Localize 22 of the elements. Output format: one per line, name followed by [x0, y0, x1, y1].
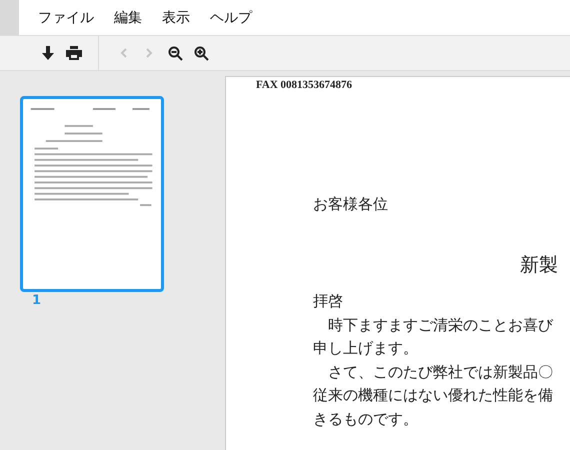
- zoom-out-icon: [168, 46, 182, 60]
- page-thumbnail[interactable]: [20, 96, 164, 292]
- fax-header: FAX 0081353674876: [256, 79, 354, 91]
- document-title: 新製: [520, 253, 559, 278]
- body-text-line: 従来の機種にはない優れた性能を備: [313, 385, 554, 406]
- body-text-line: 申し上げます。: [313, 338, 419, 359]
- addressee: お客様各位: [313, 195, 389, 214]
- body-text-line: 拝啓: [313, 291, 344, 312]
- zoom-in-icon: [194, 46, 208, 60]
- menu-item[interactable]: ファイル: [38, 8, 94, 26]
- menu-item[interactable]: 編集: [114, 8, 142, 26]
- page-number: 1: [32, 293, 42, 308]
- menu-item[interactable]: 表示: [162, 8, 190, 26]
- body-text-line: きるものです。: [313, 408, 419, 430]
- print-icon: [66, 46, 82, 60]
- download-icon: [42, 46, 54, 60]
- print-button[interactable]: [64, 43, 84, 63]
- chevron-left-icon: [120, 48, 126, 58]
- chevron-right-icon: [146, 48, 152, 58]
- menu-item[interactable]: ヘルプ: [210, 8, 252, 26]
- body-text-line: 時下ますますご清栄のことお喜び: [327, 314, 554, 336]
- body-text-line: さて、このたび弊社では新製品〇: [327, 362, 554, 382]
